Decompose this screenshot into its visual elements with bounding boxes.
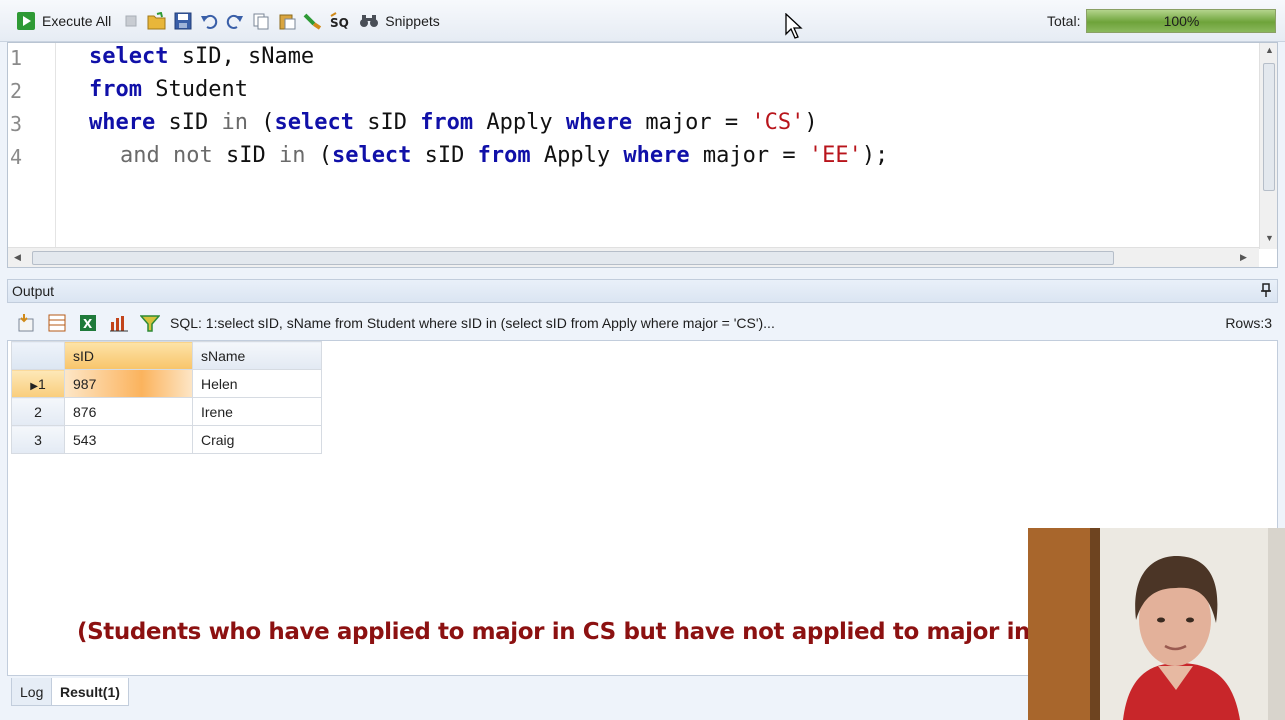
code-line-2: from Student [89,77,248,102]
result-grid[interactable]: sID sName ▶1 987 Helen 2 876 Irene 3 543… [11,341,322,454]
svg-text:X: X [83,317,93,331]
execute-all-button[interactable]: Execute All [12,8,115,34]
line-number-gutter: 1 2 3 4 [8,43,56,249]
row-number[interactable]: ▶1 [11,369,65,398]
vertical-scroll-thumb[interactable] [1263,63,1275,191]
output-toolbar: X SQL: 1:select sID, sName from Student … [7,305,1278,340]
total-progress: Total: 100% [1047,9,1277,33]
filter-icon[interactable] [139,312,161,334]
grid-view-icon[interactable] [46,312,68,334]
snippets-button[interactable]: Snippets [355,8,443,34]
excel-icon[interactable]: X [77,312,99,334]
cell-sname[interactable]: Helen [192,369,322,398]
row-count: Rows:3 [1225,315,1272,331]
executed-sql-text: SQL: 1:select sID, sName from Student wh… [170,314,775,331]
line-number: 4 [10,145,23,169]
cell-sid[interactable]: 987 [64,369,193,398]
cell-sid[interactable]: 876 [64,397,193,426]
save-icon[interactable] [173,11,193,31]
export-icon[interactable] [15,312,37,334]
progress-bar: 100% [1086,9,1277,33]
binoculars-icon [359,11,379,31]
total-label: Total: [1047,13,1081,29]
undo-icon[interactable] [199,11,219,31]
execute-all-label: Execute All [42,12,112,29]
editor-vertical-scrollbar[interactable]: ▲ ▼ [1259,43,1277,249]
code-line-4: and not sID in (select sID from Apply wh… [120,143,889,168]
presenter-webcam-video [1028,528,1285,720]
play-icon [16,11,36,31]
pin-icon[interactable] [1261,283,1271,300]
snippets-label: Snippets [385,12,440,29]
code-line-1: select sID, sName [89,44,315,69]
output-tabs: Log Result(1) [7,678,1037,720]
column-header-sid[interactable]: sID [64,341,193,370]
scroll-up-icon[interactable]: ▲ [1265,45,1274,55]
editor-horizontal-scrollbar[interactable]: ◀ ▶ [8,247,1259,267]
horizontal-scroll-thumb[interactable] [32,251,1114,265]
chart-icon[interactable] [108,312,130,334]
grid-corner[interactable] [11,341,65,370]
main-toolbar: Execute All SQL Snippets Total: 100% [0,0,1285,42]
tab-result[interactable]: Result(1) [51,678,129,706]
line-number: 2 [10,79,23,103]
paste-icon[interactable] [277,11,297,31]
output-title: Output [12,283,55,299]
row-number[interactable]: 2 [11,397,65,426]
caption-overlay: (Students who have applied to major in C… [77,619,1079,645]
table-row[interactable]: ▶1 987 Helen [11,369,322,398]
open-folder-icon[interactable] [147,11,167,31]
output-panel-header: Output [7,279,1278,303]
sql-icon[interactable]: SQL [329,11,349,31]
row-number-label: 1 [37,375,46,392]
scroll-down-icon[interactable]: ▼ [1265,233,1274,243]
sql-editor[interactable]: 1 2 3 4 select sID, sName from Student w… [7,42,1278,268]
table-row[interactable]: 3 543 Craig [11,425,322,454]
line-number: 3 [10,112,23,136]
stop-icon[interactable] [121,11,141,31]
table-row[interactable]: 2 876 Irene [11,397,322,426]
progress-text: 100% [1163,13,1200,29]
row-number[interactable]: 3 [11,425,65,454]
scroll-right-icon[interactable]: ▶ [1240,252,1247,263]
tab-log[interactable]: Log [11,678,53,706]
cell-sname[interactable]: Craig [192,425,322,454]
copy-icon[interactable] [251,11,271,31]
redo-icon[interactable] [225,11,245,31]
row-selector-icon: ▶ [30,380,38,392]
column-header-sname[interactable]: sName [192,341,322,370]
svg-text:SQL: SQL [330,16,349,30]
line-number: 1 [10,46,23,70]
cell-sid[interactable]: 543 [64,425,193,454]
grid-header-row: sID sName [11,341,322,370]
format-brush-icon[interactable] [303,11,323,31]
code-line-3: where sID in (select sID from Apply wher… [89,110,818,135]
scroll-left-icon[interactable]: ◀ [14,252,21,263]
cell-sname[interactable]: Irene [192,397,322,426]
mouse-cursor-icon [785,12,803,42]
